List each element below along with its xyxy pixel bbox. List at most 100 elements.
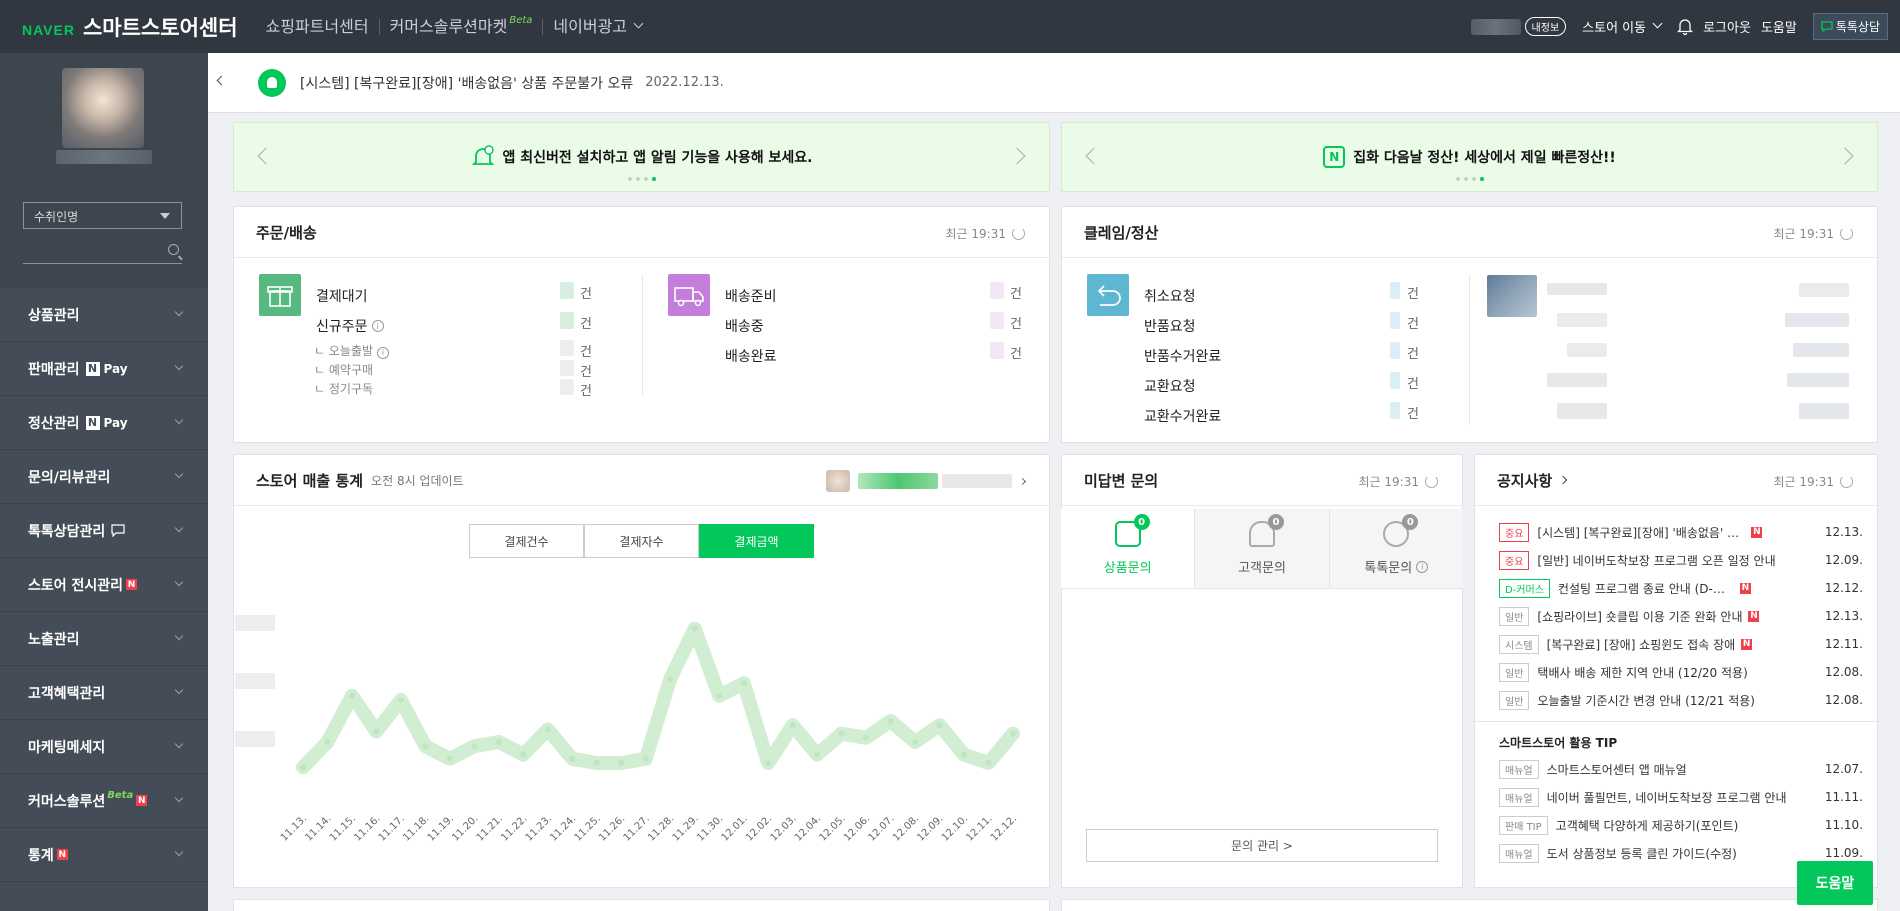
data-point[interactable] <box>446 755 453 762</box>
order-new[interactable]: 신규주문 i <box>316 316 384 336</box>
settlement-summary[interactable] <box>1487 275 1859 425</box>
data-point[interactable] <box>397 697 404 703</box>
nav-commerce-solution[interactable]: 커머스솔루션마켓 Beta <box>378 15 543 35</box>
claim-return[interactable]: 반품요청 <box>1144 316 1196 336</box>
list-item[interactable]: 매뉴얼 스마트스토어센터 앱 매뉴얼 12.07. <box>1499 755 1863 783</box>
list-item[interactable]: 시스템 [복구완료] [장애] 쇼핑윈도 접속 장애 N 12.11. <box>1499 630 1863 658</box>
store-selector[interactable] <box>826 470 1027 492</box>
data-point[interactable] <box>348 692 355 699</box>
system-notice[interactable]: [시스템] [복구완료][장애] '배송없음' 상품 주문불가 오류 2022.… <box>208 53 1900 113</box>
prev-arrow-icon[interactable] <box>1085 147 1103 165</box>
logout-link[interactable]: 로그아웃 <box>1703 17 1751 36</box>
data-point[interactable] <box>863 734 870 741</box>
info-icon[interactable]: i <box>1416 560 1429 573</box>
sub-subscription[interactable]: ㄴ 정기구독 <box>314 380 373 397</box>
delivery-done[interactable]: 배송완료 <box>725 346 777 366</box>
count-value[interactable] <box>1390 402 1400 419</box>
data-point[interactable] <box>985 760 992 766</box>
notices-title[interactable]: 공지사항 <box>1497 470 1552 491</box>
list-item[interactable]: 중요 [시스템] [복구완료][장애] '배송없음' 상품 주문불가 오류 N 12.… <box>1499 518 1863 546</box>
count-value[interactable] <box>1390 282 1400 299</box>
order-pending[interactable]: 결제대기 <box>316 286 368 306</box>
data-point[interactable] <box>961 751 968 758</box>
app-banner[interactable]: 앱 최신버전 설치하고 앱 알림 기능을 사용해 보세요. <box>233 122 1050 192</box>
data-point[interactable] <box>887 718 894 724</box>
count-value[interactable] <box>560 360 574 376</box>
info-icon[interactable]: i <box>377 346 390 359</box>
tab-talk-inquiry[interactable]: 0 톡톡문의 i <box>1328 509 1463 588</box>
list-item[interactable]: D-커머스 컨설팅 프로그램 종료 안내 (D-커머스) N 12.12. <box>1499 574 1863 602</box>
list-item[interactable]: 매뉴얼 네이버 풀필먼트, 네이버도착보장 프로그램 안내 11.11. <box>1499 783 1863 811</box>
sub-today[interactable]: ㄴ 오늘출발 i <box>314 342 390 359</box>
data-point[interactable] <box>593 760 600 766</box>
data-point[interactable] <box>471 743 478 750</box>
talk-consult-button[interactable]: 톡톡상담 <box>1812 13 1888 40</box>
list-item[interactable]: 판매 TIP 고객혜택 다양하게 제공하기(포인트) 11.10. <box>1499 811 1863 839</box>
data-point[interactable] <box>667 676 674 682</box>
sidebar-item-exposure[interactable]: 노출관리 <box>0 612 208 666</box>
claim-cancel[interactable]: 취소요청 <box>1144 286 1196 306</box>
next-arrow-icon[interactable] <box>1836 147 1854 165</box>
tab-customer-inquiry[interactable]: 0 고객문의 <box>1194 509 1329 588</box>
logo[interactable]: NAVER 스마트스토어센터 <box>22 12 238 42</box>
data-point[interactable] <box>1010 730 1016 737</box>
sidebar-item-talk[interactable]: 톡톡상담관리 <box>0 504 208 558</box>
data-point[interactable] <box>838 730 845 737</box>
search-icon[interactable] <box>168 244 179 255</box>
tab-product-inquiry[interactable]: 0 상품문의 <box>1061 509 1195 588</box>
list-item[interactable]: 일반 택배사 배송 제한 지역 안내 (12/20 적용) 12.08. <box>1499 658 1863 686</box>
sidebar-item-settlement[interactable]: 정산관리 N Pay <box>0 396 208 450</box>
help-button[interactable]: 도움말 <box>1797 861 1873 905</box>
nav-naver-ads[interactable]: 네이버광고 <box>542 18 652 35</box>
list-item[interactable]: 일반 [쇼핑라이브] 숏클립 이용 기준 완화 안내 N 12.13. <box>1499 602 1863 630</box>
delivery-shipping[interactable]: 배송중 <box>725 316 764 336</box>
data-point[interactable] <box>300 764 306 771</box>
data-point[interactable] <box>422 743 429 750</box>
count-value[interactable] <box>560 312 574 329</box>
count-value[interactable] <box>560 340 574 356</box>
nav-shopping-partner[interactable]: 쇼핑파트너센터 <box>256 18 379 35</box>
list-item[interactable]: 중요 [일반] 네이버도착보장 프로그램 오픈 일정 안내 12.09. <box>1499 546 1863 574</box>
list-item[interactable]: 일반 오늘출발 기준시간 변경 안내 (12/21 적용) 12.08. <box>1499 686 1863 714</box>
data-point[interactable] <box>716 692 723 699</box>
claim-exchange[interactable]: 교환요청 <box>1144 376 1196 396</box>
count-value[interactable] <box>560 379 574 395</box>
data-point[interactable] <box>936 722 943 729</box>
avatar[interactable] <box>62 68 144 148</box>
info-icon[interactable]: i <box>371 320 384 332</box>
count-value[interactable] <box>990 312 1004 329</box>
collapse-sidebar-icon[interactable] <box>216 75 227 86</box>
tab-buyer-count[interactable]: 결제자수 <box>584 524 699 558</box>
search-input[interactable] <box>23 238 182 264</box>
store-move-button[interactable]: 스토어 이동 <box>1582 17 1663 36</box>
sidebar-item-statistics[interactable]: 통계 N <box>0 828 208 882</box>
claim-return-collected[interactable]: 반품수거완료 <box>1144 346 1221 366</box>
data-point[interactable] <box>373 728 380 735</box>
refresh-icon[interactable] <box>1012 227 1025 240</box>
sidebar-item-benefits[interactable]: 고객혜택관리 <box>0 666 208 720</box>
claim-exchange-collected[interactable]: 교환수거완료 <box>1144 406 1221 426</box>
data-point[interactable] <box>691 625 698 632</box>
data-point[interactable] <box>544 726 551 733</box>
refresh-icon[interactable] <box>1840 475 1853 488</box>
my-info-button[interactable]: 내정보 <box>1524 17 1567 36</box>
sidebar-item-marketing[interactable]: 마케팅메세지 <box>0 720 208 774</box>
data-point[interactable] <box>324 739 331 745</box>
sidebar-item-product[interactable]: 상품관리 <box>0 288 208 342</box>
data-point[interactable] <box>569 755 576 762</box>
data-point[interactable] <box>814 751 821 758</box>
sidebar-item-inquiry-review[interactable]: 문의/리뷰관리 <box>0 450 208 504</box>
tab-order-count[interactable]: 결제건수 <box>469 524 584 558</box>
data-point[interactable] <box>520 751 527 758</box>
refresh-icon[interactable] <box>1840 227 1853 240</box>
search-type-select[interactable]: 수취인명 <box>23 202 182 229</box>
data-point[interactable] <box>495 739 502 745</box>
data-point[interactable] <box>789 722 796 729</box>
count-value[interactable] <box>1390 312 1400 329</box>
count-value[interactable] <box>1390 372 1400 389</box>
data-point[interactable] <box>912 739 919 745</box>
sidebar-item-store-display[interactable]: 스토어 전시관리 N <box>0 558 208 612</box>
sidebar-item-sales[interactable]: 판매관리 N Pay <box>0 342 208 396</box>
settlement-banner[interactable]: N 집화 다음날 정산! 세상에서 제일 빠른정산!! <box>1061 122 1878 192</box>
data-point[interactable] <box>765 760 772 766</box>
